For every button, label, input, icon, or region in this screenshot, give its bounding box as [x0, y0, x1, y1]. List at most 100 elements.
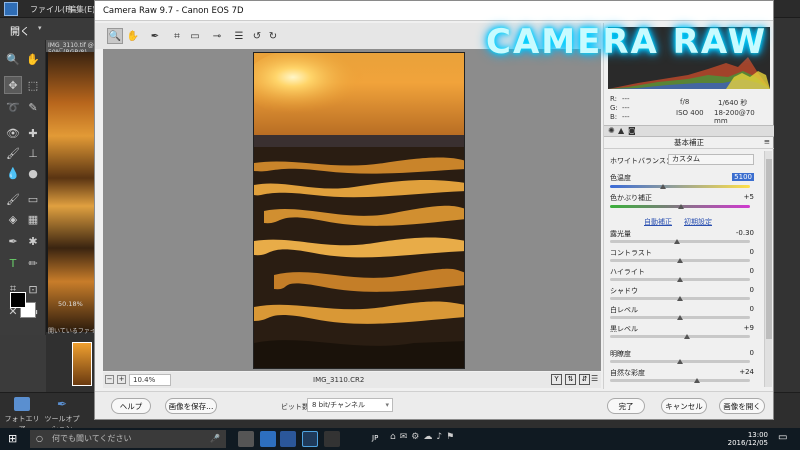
- pencil-tool-icon[interactable]: ✏: [24, 254, 42, 272]
- adjust-value[interactable]: 0: [750, 267, 754, 275]
- swap-icon[interactable]: ⇅: [565, 374, 576, 385]
- cr-rotate-left-icon[interactable]: ↺: [249, 28, 265, 44]
- adjust-slider[interactable]: [610, 334, 750, 339]
- wb-select[interactable]: カスタム: [668, 154, 754, 165]
- photo-thumbnail[interactable]: [72, 342, 92, 386]
- eyedropper-tool-icon[interactable]: ✒: [4, 232, 22, 250]
- notification-icon[interactable]: ▭: [778, 432, 792, 446]
- basic-tab-icon[interactable]: ✺: [608, 126, 615, 135]
- cr-spot-removal-icon[interactable]: ⊸: [209, 28, 225, 44]
- tint-slider[interactable]: [610, 204, 750, 209]
- eye-tool-icon[interactable]: 👁: [4, 124, 22, 142]
- save-image-button[interactable]: 画像を保存...: [165, 398, 217, 414]
- cr-straighten-icon[interactable]: ▭: [187, 28, 203, 44]
- gradient-tool-icon[interactable]: ▦: [24, 210, 42, 228]
- adjust-knob[interactable]: [677, 258, 683, 263]
- panel-scrollbar[interactable]: [764, 151, 772, 387]
- adjust-slider[interactable]: [610, 359, 750, 364]
- adjust-value[interactable]: +9: [744, 324, 754, 332]
- settings-icon[interactable]: ☰: [591, 374, 598, 383]
- mic-icon[interactable]: 🎤: [210, 430, 220, 448]
- marquee-tool-icon[interactable]: ⬚: [24, 76, 42, 94]
- adjust-knob[interactable]: [674, 239, 681, 244]
- zoom-in-button[interactable]: +: [117, 375, 126, 384]
- shape-tool-icon[interactable]: ✱: [24, 232, 42, 250]
- windows-start-icon[interactable]: ⊞: [8, 432, 22, 446]
- app-icon[interactable]: [324, 431, 340, 447]
- clock[interactable]: 13:00 2016/12/05: [728, 431, 768, 447]
- task-view-icon[interactable]: [238, 431, 254, 447]
- cr-hand-icon[interactable]: ✋: [125, 28, 141, 44]
- hand-tool-icon[interactable]: ✋: [24, 50, 42, 68]
- adjust-slider[interactable]: [610, 296, 750, 301]
- edge-icon[interactable]: [260, 431, 276, 447]
- ime-indicator[interactable]: JP: [372, 434, 378, 442]
- menu-edit[interactable]: 編集(E): [68, 4, 95, 15]
- adjust-knob[interactable]: [677, 296, 683, 301]
- sponge-tool-icon[interactable]: ●: [24, 164, 42, 182]
- cr-zoom-icon[interactable]: 🔍: [107, 28, 123, 44]
- tray-icons[interactable]: ⌂✉⚙☁♪⚑: [390, 432, 458, 442]
- quick-select-icon[interactable]: ✎: [24, 98, 42, 116]
- eraser-tool-icon[interactable]: ▭: [24, 190, 42, 208]
- zoom-tool-icon[interactable]: 🔍: [4, 50, 22, 68]
- adjust-value[interactable]: 0: [750, 248, 754, 256]
- copy-icon[interactable]: ⇵: [579, 374, 590, 385]
- adjust-slider[interactable]: [610, 378, 750, 383]
- blur-tool-icon[interactable]: 💧: [4, 164, 22, 182]
- foreground-color-swatch[interactable]: [10, 292, 26, 308]
- zoom-select[interactable]: 10.4%: [129, 374, 171, 386]
- adjust-slider[interactable]: [610, 239, 750, 244]
- adjust-slider[interactable]: [610, 258, 750, 263]
- menu-file[interactable]: ファイル(F): [30, 4, 73, 15]
- bitdepth-select[interactable]: 8 bit/チャンネル ▾: [307, 398, 393, 412]
- adjust-slider[interactable]: [610, 315, 750, 320]
- adjust-knob[interactable]: [693, 378, 700, 383]
- chevron-down-icon[interactable]: ▾: [38, 24, 42, 32]
- cr-crop-icon[interactable]: ⌗: [169, 28, 185, 44]
- cr-list-icon[interactable]: ☰: [231, 28, 247, 44]
- word-icon[interactable]: [280, 431, 296, 447]
- cancel-button[interactable]: キャンセル: [661, 398, 707, 414]
- tint-knob[interactable]: [678, 204, 685, 209]
- zoom-out-button[interactable]: −: [105, 375, 114, 384]
- brush-tool-icon[interactable]: 🖌: [4, 190, 22, 208]
- done-button[interactable]: 完了: [607, 398, 645, 414]
- heal-tool-icon[interactable]: ✚: [24, 124, 42, 142]
- adjust-value[interactable]: 0: [750, 349, 754, 357]
- adjust-value[interactable]: 0: [750, 286, 754, 294]
- brush-smart-icon[interactable]: 🖌: [4, 144, 22, 162]
- panel-menu-icon[interactable]: ≡: [764, 137, 770, 146]
- cr-rotate-right-icon[interactable]: ↻: [265, 28, 281, 44]
- stamp-tool-icon[interactable]: ⊥: [24, 144, 42, 162]
- text-tool-icon[interactable]: T: [4, 254, 22, 272]
- camera-tab-icon[interactable]: ◙: [628, 126, 636, 135]
- temperature-slider[interactable]: [610, 184, 750, 189]
- compare-y-icon[interactable]: Y: [551, 374, 562, 385]
- auto-link[interactable]: 自動補正: [644, 217, 672, 227]
- adjust-slider[interactable]: [610, 277, 750, 282]
- adjust-knob[interactable]: [677, 359, 683, 364]
- adjust-value[interactable]: 0: [750, 305, 754, 313]
- adjust-value[interactable]: +24: [739, 368, 754, 376]
- cr-white-balance-icon[interactable]: ✒: [147, 28, 163, 44]
- doc-tab[interactable]: IMG_3110.tif @ 50% (RGB/8): [46, 40, 96, 56]
- adjust-knob[interactable]: [677, 315, 683, 320]
- scrollbar-thumb[interactable]: [766, 159, 772, 339]
- recompose-tool-icon[interactable]: ⊡: [24, 280, 42, 298]
- temperature-knob[interactable]: [660, 184, 667, 189]
- taskbar-search[interactable]: ○ 何でも聞いてください 🎤: [30, 430, 226, 448]
- tone-curve-tab-icon[interactable]: ▲: [618, 126, 624, 135]
- adjust-value[interactable]: -0.30: [736, 229, 754, 237]
- mode-label[interactable]: 開く: [10, 23, 30, 38]
- default-link[interactable]: 初期設定: [684, 217, 712, 227]
- lasso-tool-icon[interactable]: ➰: [4, 98, 22, 116]
- move-tool-icon[interactable]: ✥: [4, 76, 22, 94]
- paint-bucket-icon[interactable]: ◈: [4, 210, 22, 228]
- adjust-knob[interactable]: [684, 334, 690, 339]
- help-button[interactable]: ヘルプ: [111, 398, 151, 414]
- open-image-button[interactable]: 画像を開く: [719, 398, 765, 414]
- tint-value[interactable]: +5: [744, 193, 754, 201]
- photoshop-elements-icon[interactable]: [302, 431, 318, 447]
- temperature-value[interactable]: 5100: [732, 173, 754, 181]
